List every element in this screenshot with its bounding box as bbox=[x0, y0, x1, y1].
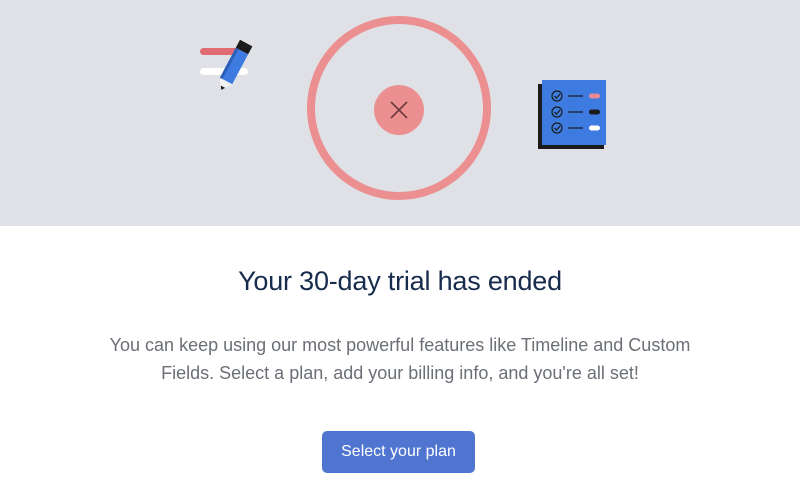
select-plan-button[interactable]: Select your plan bbox=[322, 431, 475, 473]
dialog-description-line-1: You can keep using our most powerful fea… bbox=[109, 335, 691, 355]
dialog-title: Your 30-day trial has ended bbox=[238, 266, 562, 296]
dialog-description: You can keep using our most powerful fea… bbox=[80, 331, 720, 387]
hero-illustration-graphic bbox=[200, 16, 606, 200]
checklist-icon bbox=[538, 80, 606, 149]
dialog-description-line-2: Fields. Select a plan, add your billing … bbox=[161, 363, 639, 383]
close-icon bbox=[374, 85, 424, 135]
hero-illustration bbox=[0, 0, 800, 226]
pencil-icon bbox=[200, 39, 253, 90]
trial-ended-page: Your 30-day trial has ended You can keep… bbox=[0, 0, 800, 498]
